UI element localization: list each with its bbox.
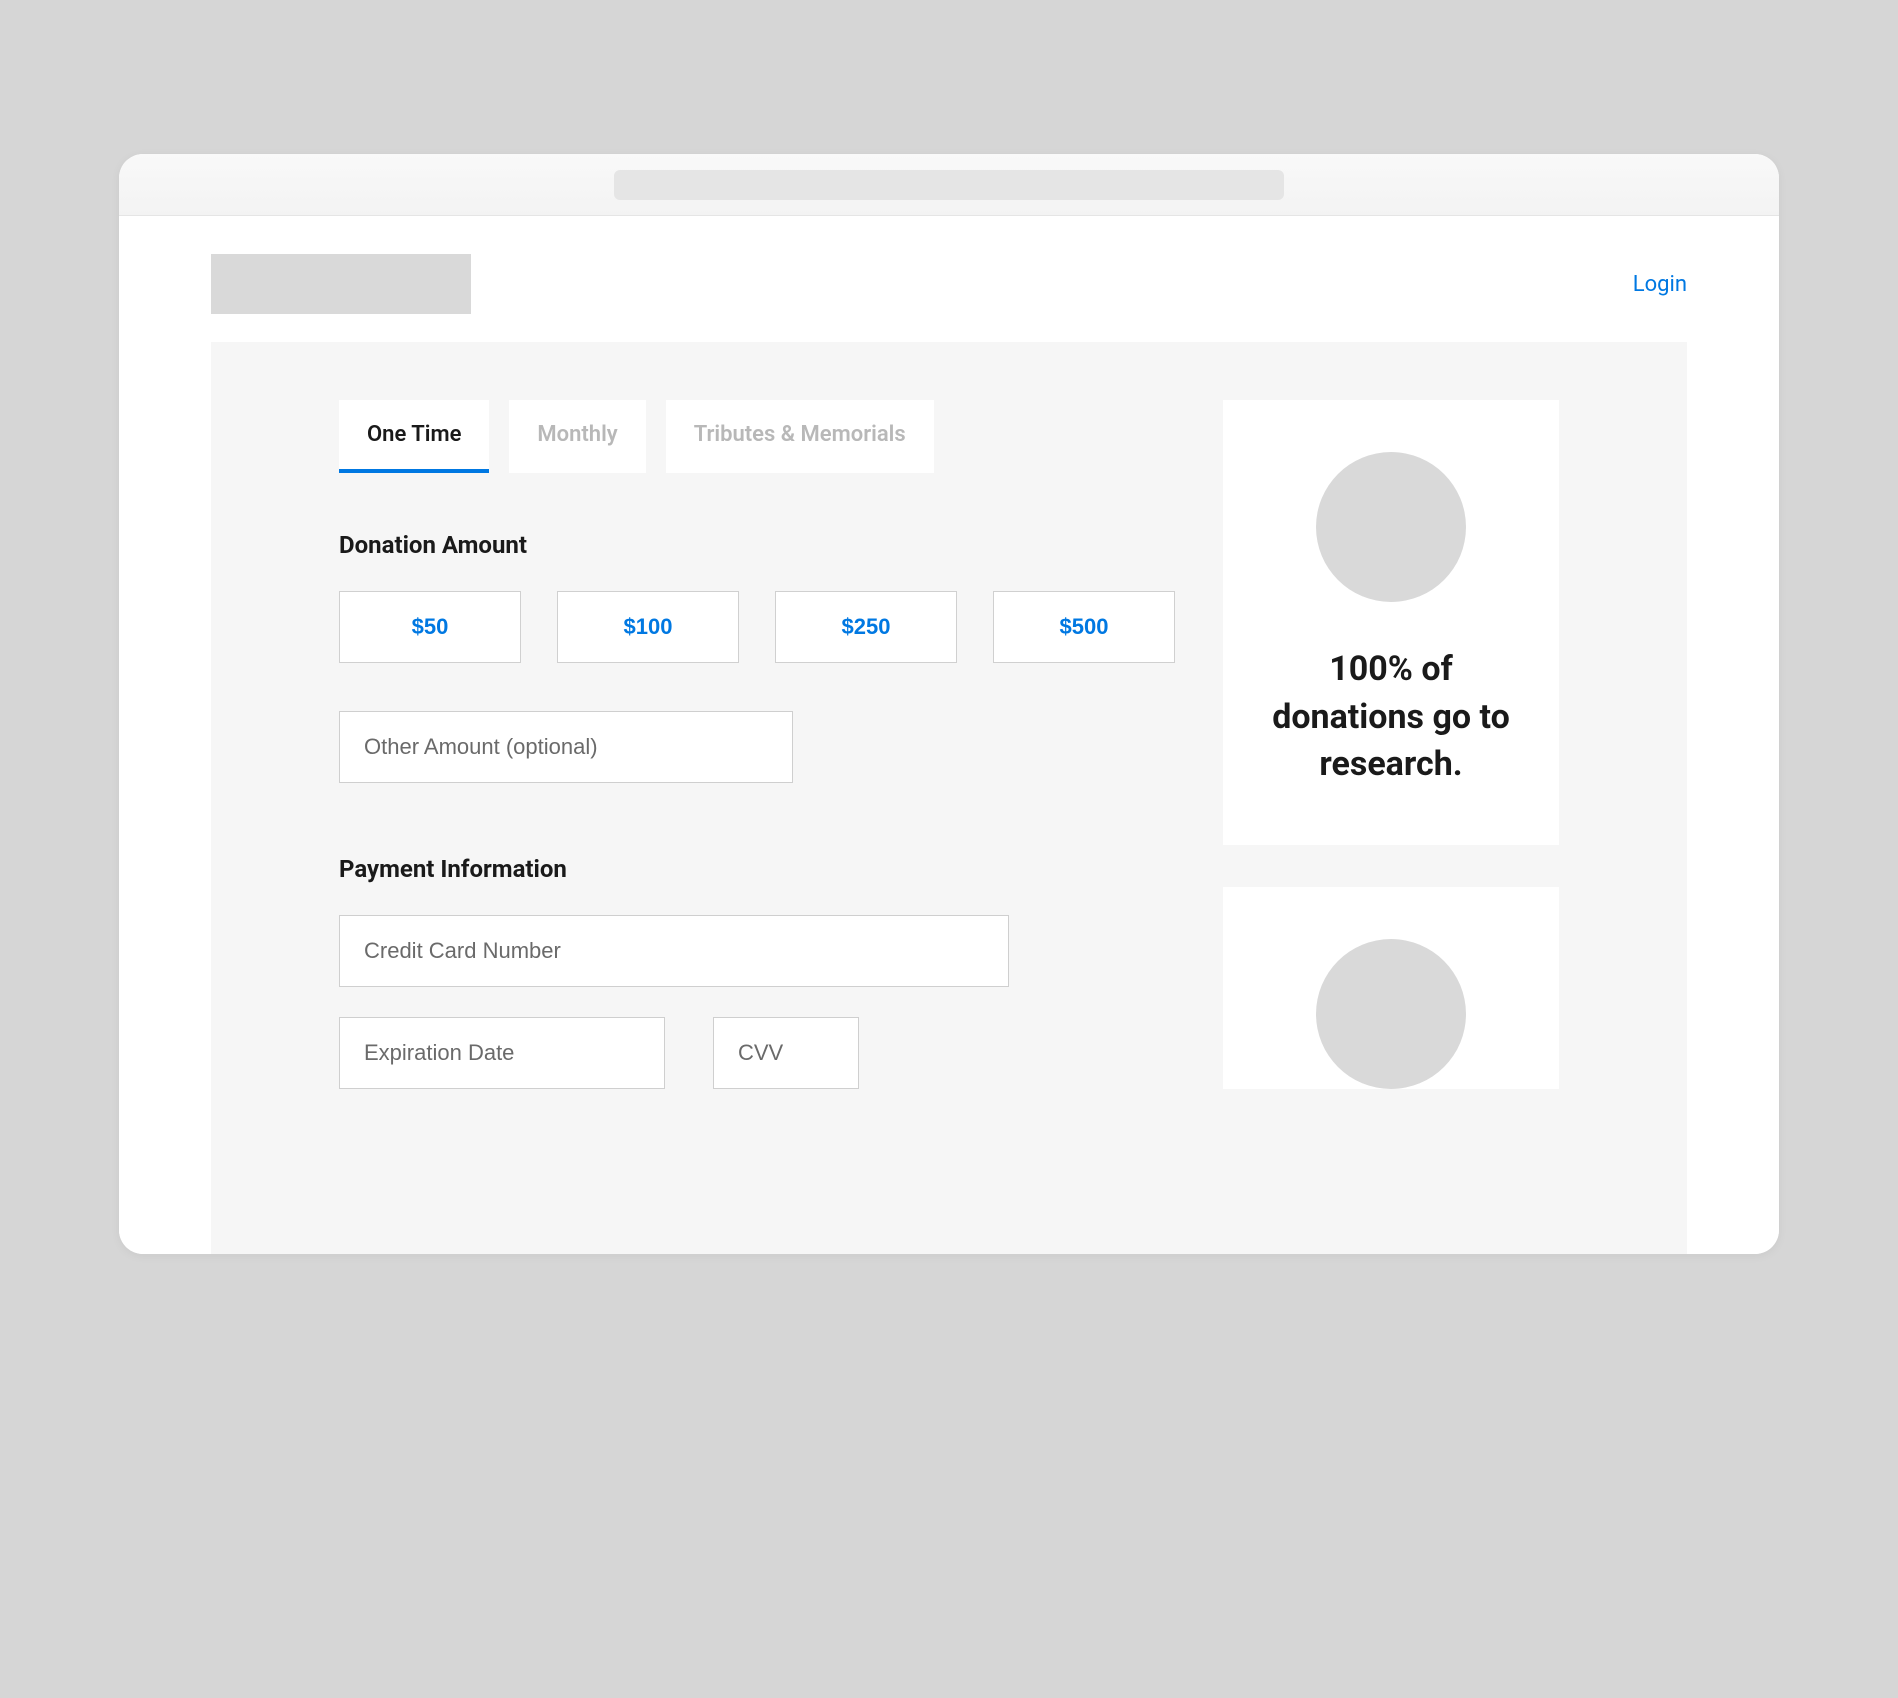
donation-amount-title: Donation Amount [339, 531, 1175, 559]
sidebar-headline: 100% of donations go to research. [1257, 646, 1525, 789]
expiration-date-input[interactable] [339, 1017, 665, 1089]
amount-options: $50 $100 $250 $500 [339, 591, 1175, 663]
browser-toolbar [119, 154, 1779, 216]
payment-info-title: Payment Information [339, 855, 1175, 883]
sidebar-card-research: 100% of donations go to research. [1223, 400, 1559, 845]
tab-monthly[interactable]: Monthly [509, 400, 645, 473]
donation-tabs: One Time Monthly Tributes & Memorials [339, 400, 1175, 473]
donation-form: One Time Monthly Tributes & Memorials Do… [339, 400, 1175, 1254]
browser-frame: Login One Time Monthly Tributes & Memori… [119, 154, 1779, 1254]
content-wrap: One Time Monthly Tributes & Memorials Do… [211, 342, 1687, 1254]
sidebar-image-placeholder [1316, 939, 1466, 1089]
card-number-input[interactable] [339, 915, 1009, 987]
amount-button-250[interactable]: $250 [775, 591, 957, 663]
card-details-row [339, 1017, 1175, 1089]
other-amount-input[interactable] [339, 711, 793, 783]
sidebar-card-secondary [1223, 887, 1559, 1089]
cvv-input[interactable] [713, 1017, 859, 1089]
tab-tributes[interactable]: Tributes & Memorials [666, 400, 934, 473]
page: Login One Time Monthly Tributes & Memori… [119, 216, 1779, 1254]
tab-one-time[interactable]: One Time [339, 400, 489, 473]
amount-button-500[interactable]: $500 [993, 591, 1175, 663]
address-bar[interactable] [614, 170, 1284, 200]
sidebar-image-placeholder [1316, 452, 1466, 602]
amount-button-50[interactable]: $50 [339, 591, 521, 663]
login-link[interactable]: Login [1633, 272, 1687, 297]
page-header: Login [119, 216, 1779, 342]
logo-placeholder [211, 254, 471, 314]
sidebar: 100% of donations go to research. [1223, 400, 1559, 1254]
amount-button-100[interactable]: $100 [557, 591, 739, 663]
